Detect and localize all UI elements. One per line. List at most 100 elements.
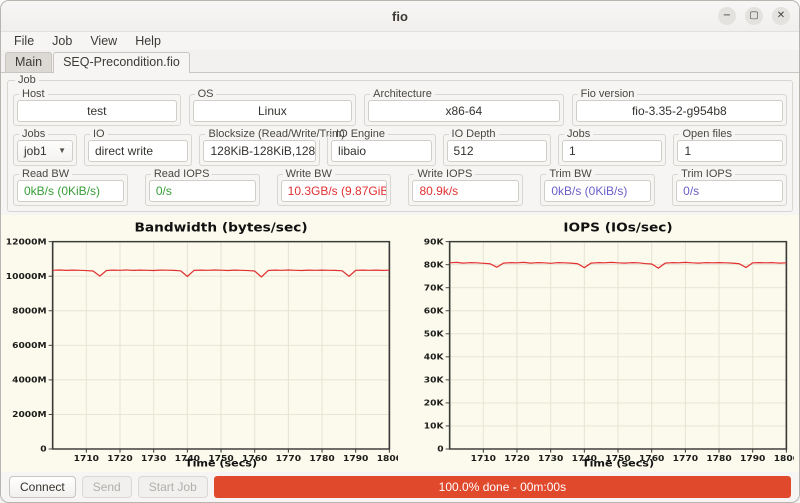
io-value: direct write	[88, 140, 188, 162]
menu-file[interactable]: File	[5, 34, 43, 48]
progress-text: 100.0% done - 00m:00s	[214, 476, 791, 498]
field-trim-bw: Trim BW 0kB/s (0KiB/s)	[540, 168, 655, 206]
svg-text:1770: 1770	[276, 454, 301, 463]
svg-text:12000M: 12000M	[6, 238, 47, 247]
field-host: Host test	[13, 88, 181, 126]
footer-bar: Connect Send Start Job 100.0% done - 00m…	[1, 472, 799, 502]
svg-text:6000M: 6000M	[12, 341, 46, 350]
blocksize-value: 128KiB-128KiB,128KiB-128Ki	[203, 140, 316, 162]
field-label: Jobs	[19, 128, 48, 140]
svg-text:30K: 30K	[423, 376, 443, 385]
read-iops-value: 0/s	[149, 180, 256, 202]
menu-view[interactable]: View	[81, 34, 126, 48]
svg-text:4000M: 4000M	[12, 376, 46, 385]
svg-text:70K: 70K	[423, 284, 443, 293]
svg-text:IOPS (IOs/sec): IOPS (IOs/sec)	[563, 221, 672, 235]
svg-text:10K: 10K	[423, 422, 443, 431]
info-row: Host test OS Linux Architecture x86-64 F…	[13, 88, 787, 126]
field-num-jobs: Jobs 1	[558, 128, 666, 166]
svg-text:1710: 1710	[74, 454, 99, 463]
iops-chart-svg: 1710172017301740175017601770178017901800…	[403, 218, 795, 469]
io-engine-value: libaio	[331, 140, 431, 162]
svg-text:2000M: 2000M	[12, 411, 46, 420]
chevron-down-icon: ▼	[58, 141, 66, 161]
tab-seq-precondition[interactable]: SEQ-Precondition.fio	[53, 52, 190, 73]
field-label: Trim BW	[546, 168, 594, 180]
field-label: Read IOPS	[151, 168, 213, 180]
field-label: IO	[90, 128, 108, 140]
svg-text:90K: 90K	[423, 238, 443, 247]
field-label: IO Depth	[449, 128, 499, 140]
field-label: Open files	[679, 128, 735, 140]
fio-window: fio − ▢ ✕ File Job View Help Main SEQ-Pr…	[0, 0, 800, 503]
job-frame: Job Host test OS Linux Architecture x86-…	[7, 74, 793, 212]
charts-panel: 1710172017301740175017601770178017901800…	[1, 215, 799, 472]
job-params-row: Jobs job1 ▼ IO direct write Blocksize (R…	[13, 128, 787, 166]
svg-text:8000M: 8000M	[12, 307, 46, 316]
iops-chart: 1710172017301740175017601770178017901800…	[403, 218, 795, 469]
svg-text:Time (secs): Time (secs)	[581, 458, 653, 469]
field-label: OS	[195, 88, 217, 100]
page-content: Job Host test OS Linux Architecture x86-…	[1, 73, 799, 502]
field-io-depth: IO Depth 512	[443, 128, 551, 166]
field-label: Write IOPS	[414, 168, 475, 180]
menu-job[interactable]: Job	[43, 34, 81, 48]
svg-text:1780: 1780	[309, 454, 334, 463]
svg-text:10000M: 10000M	[6, 272, 47, 281]
connect-button[interactable]: Connect	[9, 476, 76, 498]
window-controls: − ▢ ✕	[718, 7, 790, 25]
host-value: test	[17, 100, 177, 122]
menubar: File Job View Help	[1, 32, 799, 50]
svg-text:1790: 1790	[740, 454, 765, 463]
field-trim-iops: Trim IOPS 0/s	[672, 168, 787, 206]
svg-text:Time (secs): Time (secs)	[185, 458, 257, 469]
field-label: Trim IOPS	[678, 168, 735, 180]
trim-iops-value: 0/s	[676, 180, 783, 202]
svg-text:1800: 1800	[377, 454, 398, 463]
field-label: IO Engine	[333, 128, 388, 140]
field-open-files: Open files 1	[673, 128, 787, 166]
field-fio-version: Fio version fio-3.35-2-g954b8	[572, 88, 787, 126]
tab-main[interactable]: Main	[5, 52, 52, 72]
field-label: Write BW	[283, 168, 335, 180]
bandwidth-chart: 1710172017301740175017601770178017901800…	[6, 218, 398, 469]
close-icon[interactable]: ✕	[772, 7, 790, 25]
field-label: Jobs	[564, 128, 593, 140]
tabbar: Main SEQ-Precondition.fio	[1, 50, 799, 73]
field-label: Fio version	[578, 88, 638, 100]
trim-bw-value: 0kB/s (0KiB/s)	[544, 180, 651, 202]
field-read-iops: Read IOPS 0/s	[145, 168, 260, 206]
architecture-value: x86-64	[368, 100, 559, 122]
window-title: fio	[392, 9, 408, 24]
svg-text:60K: 60K	[423, 307, 443, 316]
start-job-button[interactable]: Start Job	[138, 476, 208, 498]
minimize-icon[interactable]: −	[718, 7, 736, 25]
svg-text:80K: 80K	[423, 261, 443, 270]
stats-row: Read BW 0kB/s (0KiB/s) Read IOPS 0/s Wri…	[13, 168, 787, 206]
field-write-bw: Write BW 10.3GB/s (9.87GiB/s)	[277, 168, 392, 206]
jobs-combobox[interactable]: job1 ▼	[17, 140, 73, 162]
field-write-iops: Write IOPS 80.9k/s	[408, 168, 523, 206]
field-architecture: Architecture x86-64	[364, 88, 563, 126]
write-bw-value: 10.3GB/s (9.87GiB/s)	[281, 180, 388, 202]
svg-text:1720: 1720	[107, 454, 132, 463]
maximize-icon[interactable]: ▢	[745, 7, 763, 25]
progress-bar: 100.0% done - 00m:00s	[214, 476, 791, 498]
svg-text:1780: 1780	[706, 454, 731, 463]
svg-text:1800: 1800	[773, 454, 794, 463]
os-value: Linux	[193, 100, 353, 122]
svg-text:Bandwidth (bytes/sec): Bandwidth (bytes/sec)	[134, 221, 307, 235]
field-label: Read BW	[19, 168, 72, 180]
titlebar: fio − ▢ ✕	[1, 1, 799, 32]
svg-text:1790: 1790	[343, 454, 368, 463]
field-blocksize: Blocksize (Read/Write/Trim) 128KiB-128Ki…	[199, 128, 320, 166]
field-label: Architecture	[370, 88, 435, 100]
send-button[interactable]: Send	[82, 476, 132, 498]
svg-text:1720: 1720	[504, 454, 529, 463]
svg-text:1770: 1770	[672, 454, 697, 463]
fio-version-value: fio-3.35-2-g954b8	[576, 100, 783, 122]
menu-help[interactable]: Help	[126, 34, 170, 48]
svg-text:1730: 1730	[141, 454, 166, 463]
svg-text:0: 0	[437, 445, 443, 454]
svg-text:50K: 50K	[423, 330, 443, 339]
